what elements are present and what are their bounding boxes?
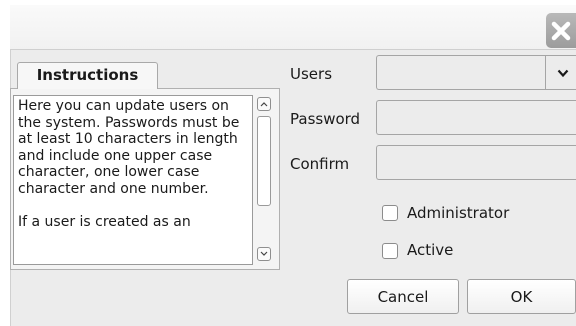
title-bar: [10, 5, 576, 50]
scroll-up-button[interactable]: [257, 97, 271, 111]
cancel-button[interactable]: Cancel: [347, 279, 459, 314]
users-label: Users: [290, 65, 333, 83]
active-checkbox[interactable]: [382, 243, 398, 259]
administrator-label: Administrator: [407, 204, 510, 222]
chevron-down-icon: [260, 251, 268, 256]
tab-instructions[interactable]: Instructions: [17, 62, 158, 89]
active-label: Active: [407, 241, 454, 259]
password-field[interactable]: [376, 100, 576, 135]
chevron-up-icon: [260, 102, 268, 107]
ok-button[interactable]: OK: [467, 279, 576, 314]
administrator-checkbox[interactable]: [382, 205, 398, 221]
close-button[interactable]: [546, 13, 576, 48]
confirm-label: Confirm: [290, 155, 350, 173]
scroll-thumb[interactable]: [257, 116, 271, 206]
users-select[interactable]: [376, 55, 576, 90]
close-icon: [551, 21, 571, 41]
instructions-text: Here you can update users on the system.…: [13, 95, 253, 265]
instructions-scrollbar[interactable]: [254, 95, 274, 265]
password-label: Password: [290, 110, 361, 128]
scroll-down-button[interactable]: [257, 247, 271, 261]
confirm-field[interactable]: [376, 145, 576, 180]
chevron-down-icon: [557, 69, 569, 78]
select-divider: [545, 56, 546, 89]
